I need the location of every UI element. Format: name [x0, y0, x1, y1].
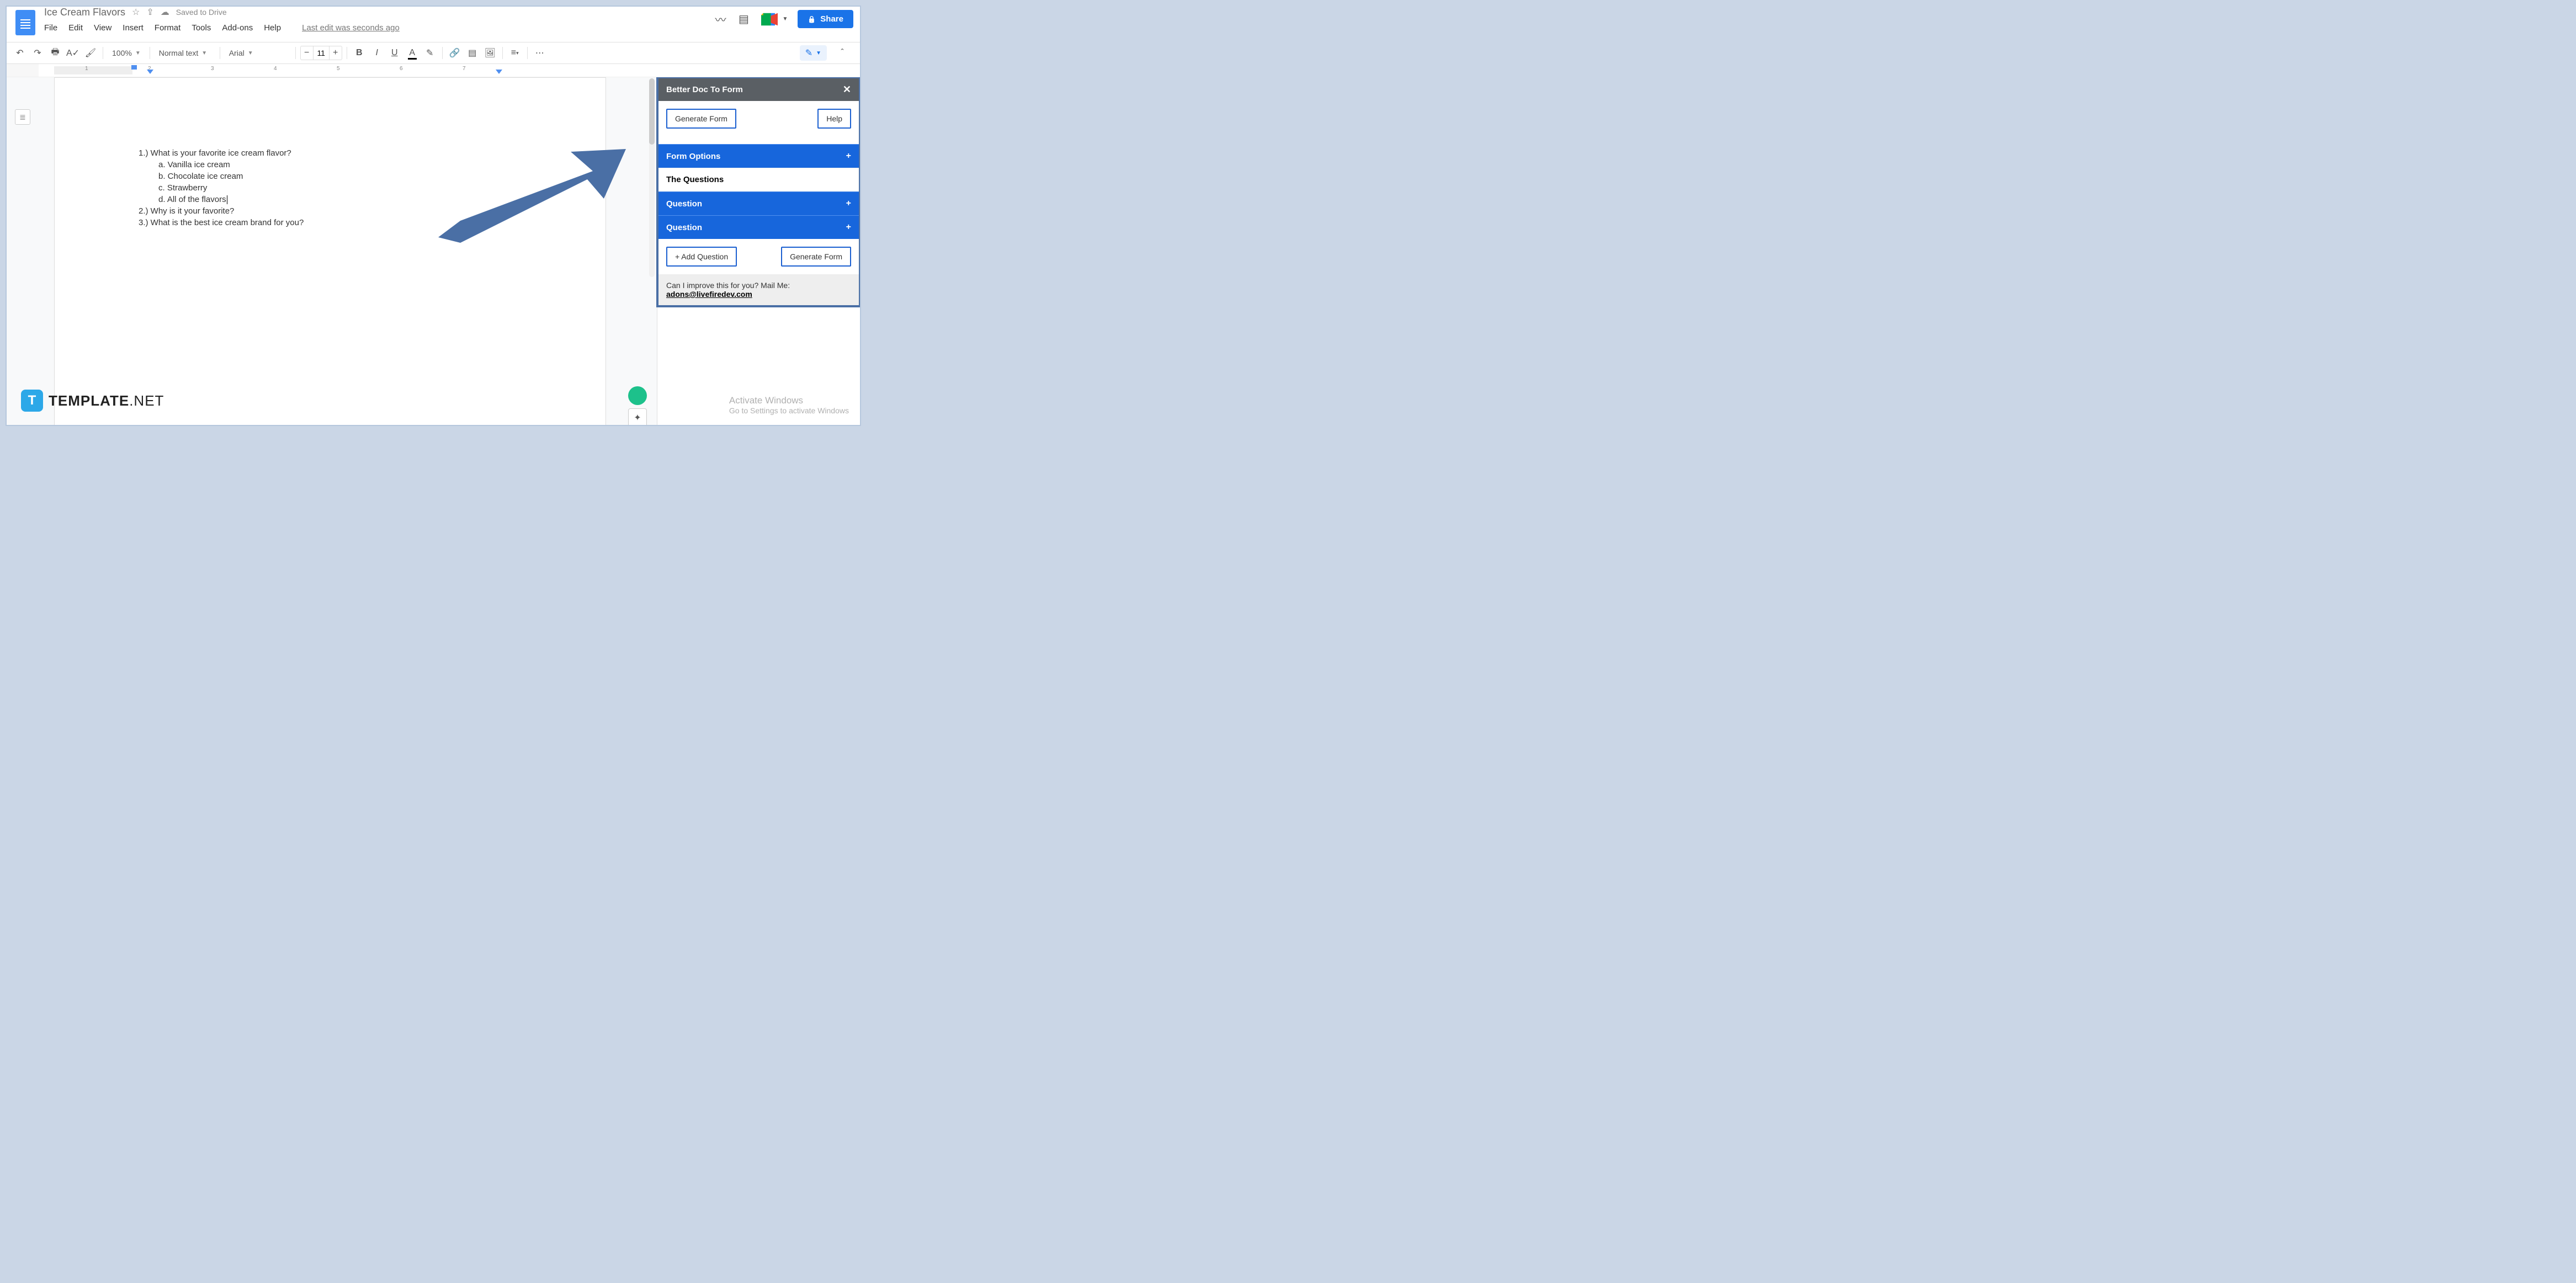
add-question-button[interactable]: + Add Question [666, 247, 737, 267]
font-size-decrease[interactable]: − [301, 46, 313, 60]
document-page[interactable]: 1.) What is your favorite ice cream flav… [54, 77, 606, 426]
docs-logo-icon[interactable] [15, 10, 35, 35]
menu-file[interactable]: File [44, 23, 57, 33]
q1-option-a: a. Vanilla ice cream [158, 160, 522, 169]
q1-option-c: c. Strawberry [158, 183, 522, 193]
sidebar-scrollbar[interactable] [649, 78, 655, 277]
collapse-toolbar-icon[interactable]: ˆ [835, 45, 850, 61]
menu-help[interactable]: Help [264, 23, 281, 33]
menu-view[interactable]: View [94, 23, 111, 33]
more-icon[interactable]: ⋯ [532, 45, 548, 61]
question-2-section[interactable]: Question+ [658, 215, 859, 239]
saved-status: Saved to Drive [176, 8, 227, 17]
right-indent-marker[interactable] [496, 70, 502, 74]
editing-mode-button[interactable]: ✎ ▼ [800, 45, 827, 61]
page-wrap: 1.) What is your favorite ice cream flav… [39, 77, 657, 425]
highlight-icon[interactable]: ✎ [422, 45, 438, 61]
sidebar-title: Better Doc To Form [666, 85, 743, 94]
question-3: 3.) What is the best ice cream brand for… [139, 218, 522, 227]
sidebar-header: Better Doc To Form ✕ [658, 78, 859, 101]
underline-icon[interactable]: U [387, 45, 402, 61]
font-size-input[interactable] [313, 46, 330, 60]
addon-sidebar: Better Doc To Form ✕ Generate Form Help … [657, 77, 860, 425]
paint-format-icon[interactable]: 🖌 [83, 45, 98, 61]
font-size-increase[interactable]: + [330, 46, 342, 60]
print-icon[interactable]: 🖶 [47, 45, 63, 61]
image-icon[interactable]: 🖼 [482, 45, 498, 61]
question-1-section[interactable]: Question+ [658, 191, 859, 215]
template-net-logo: T TEMPLATE.NET [21, 390, 164, 412]
footer-email-link[interactable]: adons@livefiredev.com [666, 290, 752, 299]
bold-icon[interactable]: B [352, 45, 367, 61]
chat-bubble-icon[interactable] [628, 386, 647, 405]
explore-button-icon[interactable]: ✦ [628, 408, 647, 426]
template-net-icon: T [21, 390, 43, 412]
comments-icon[interactable]: ▤ [737, 13, 750, 26]
pencil-icon: ✎ [805, 47, 812, 58]
toolbar: ↶ ↷ 🖶 A✓ 🖌 100%▼ Normal text▼ Arial▼ − +… [7, 42, 860, 64]
menu-format[interactable]: Format [155, 23, 181, 33]
move-folder-icon[interactable]: ⇪ [146, 7, 153, 18]
body-area: ≣ 1.) What is your favorite ice cream fl… [7, 77, 860, 425]
question-1: 1.) What is your favorite ice cream flav… [139, 148, 522, 158]
align-icon[interactable]: ≡▾ [507, 45, 523, 61]
cloud-saved-icon: ☁ [161, 7, 169, 18]
doc-title[interactable]: Ice Cream Flavors [44, 7, 125, 18]
text-color-icon[interactable]: A [405, 45, 420, 61]
star-icon[interactable]: ☆ [132, 7, 140, 18]
close-icon[interactable]: ✕ [843, 84, 851, 95]
left-indent-marker[interactable] [147, 70, 153, 74]
share-button[interactable]: Share [798, 10, 853, 28]
meet-icon[interactable] [760, 13, 779, 26]
outline-gutter: ≣ [7, 77, 39, 425]
header: Ice Cream Flavors ☆ ⇪ ☁ Saved to Drive F… [7, 7, 860, 42]
comment-icon[interactable]: ▤ [465, 45, 480, 61]
activate-windows-watermark: Activate Windows Go to Settings to activ… [729, 395, 849, 415]
q1-option-d: d. All of the flavors [158, 195, 522, 204]
font-size-control: − + [300, 46, 342, 60]
italic-icon[interactable]: I [369, 45, 385, 61]
font-select[interactable]: Arial▼ [225, 45, 291, 61]
header-right: 〰 ▤ ▼ Share [714, 7, 853, 28]
menu-bar: File Edit View Insert Format Tools Add-o… [44, 23, 400, 33]
the-questions-section: The Questions [658, 168, 859, 191]
meet-dropdown-icon[interactable]: ▼ [782, 16, 788, 22]
help-button[interactable]: Help [817, 109, 851, 129]
sidebar-footer: Can I improve this for you? Mail Me: ado… [658, 274, 859, 305]
style-select[interactable]: Normal text▼ [155, 45, 215, 61]
link-icon[interactable]: 🔗 [447, 45, 463, 61]
title-area: Ice Cream Flavors ☆ ⇪ ☁ Saved to Drive F… [44, 7, 400, 33]
last-edit-link[interactable]: Last edit was seconds ago [302, 23, 400, 33]
app-frame: Ice Cream Flavors ☆ ⇪ ☁ Saved to Drive F… [6, 6, 861, 426]
share-label: Share [820, 14, 843, 24]
ruler[interactable]: 1 2 3 4 5 6 7 [7, 64, 860, 77]
outline-toggle-icon[interactable]: ≣ [15, 109, 30, 125]
menu-addons[interactable]: Add-ons [222, 23, 253, 33]
activity-icon[interactable]: 〰 [714, 13, 727, 26]
zoom-select[interactable]: 100%▼ [108, 45, 145, 61]
lock-icon [808, 14, 816, 24]
generate-form-button[interactable]: Generate Form [666, 109, 736, 129]
first-line-indent-marker[interactable] [131, 65, 137, 70]
redo-icon[interactable]: ↷ [30, 45, 45, 61]
q1-option-b: b. Chocolate ice cream [158, 172, 522, 181]
undo-icon[interactable]: ↶ [12, 45, 28, 61]
menu-edit[interactable]: Edit [68, 23, 83, 33]
spellcheck-icon[interactable]: A✓ [65, 45, 81, 61]
form-options-section[interactable]: Form Options+ [658, 144, 859, 168]
question-2: 2.) Why is it your favorite? [139, 206, 522, 216]
menu-tools[interactable]: Tools [192, 23, 211, 33]
generate-form-button-2[interactable]: Generate Form [781, 247, 851, 267]
menu-insert[interactable]: Insert [123, 23, 144, 33]
